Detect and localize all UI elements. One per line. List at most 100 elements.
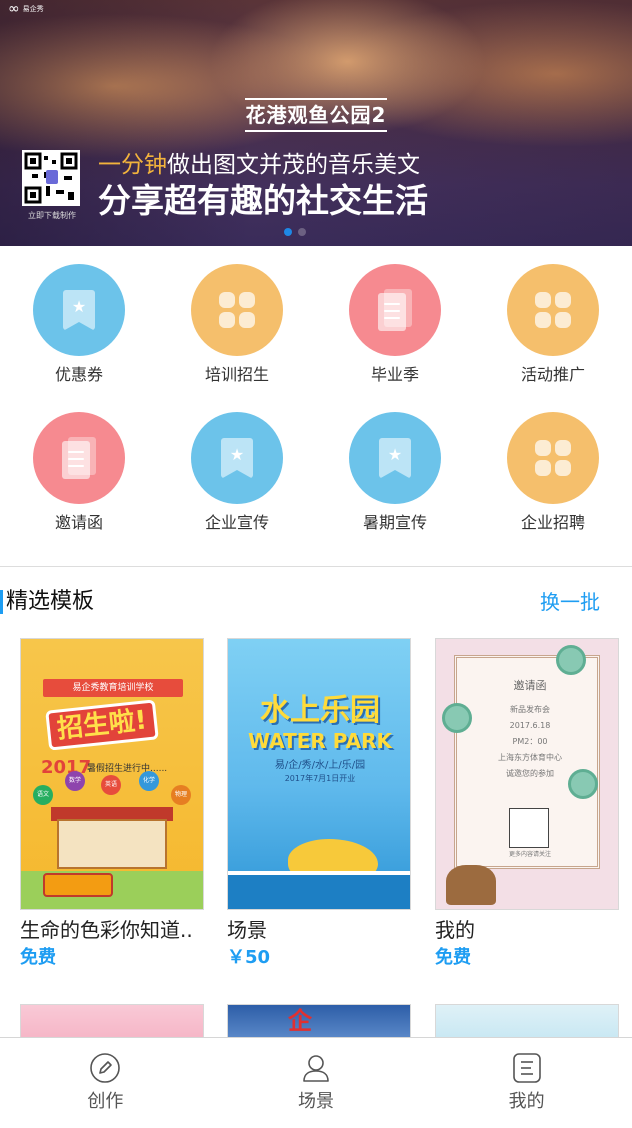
headline-rest: 做出图文并茂的音乐美文 <box>167 152 420 178</box>
water-wave <box>228 871 410 909</box>
thumb-title: 邀请函 <box>513 679 547 692</box>
document-icon <box>62 437 96 479</box>
template-thumbnail-partial[interactable] <box>20 1004 204 1038</box>
school-building <box>57 819 167 869</box>
succulent-icon <box>568 769 598 799</box>
four-squares-icon <box>219 292 255 328</box>
category-label: 培训招生 <box>204 365 269 384</box>
infinity-logo-icon: ∞ <box>8 1 20 17</box>
thumb-bubble: 语文 <box>33 785 53 805</box>
thumb-bubble: 化学 <box>139 771 159 791</box>
category-recruitment[interactable]: 企业招聘 <box>474 394 632 542</box>
category-promotion[interactable]: 活动推广 <box>474 246 632 394</box>
thumb-bubble: 物理 <box>171 785 191 805</box>
bookmark-star-icon: ★ <box>63 290 95 331</box>
template-name: 生命的色彩你知道.. <box>20 918 193 942</box>
template-thumbnail[interactable]: 邀请函 新品发布会 2017.6.18 PM2：00 上海东方体育中心 诚邀您的… <box>435 638 619 910</box>
template-price: 免费 <box>20 947 56 968</box>
category-label: 毕业季 <box>370 365 419 384</box>
banner-headline-main: 分享超有趣的社交生活 <box>98 181 428 220</box>
thumb-logo-cn: 水上乐园 <box>260 693 380 728</box>
category-label: 企业招聘 <box>520 513 585 532</box>
refresh-button[interactable]: 换一批 <box>540 584 600 620</box>
brand-logo: ∞ 易企秀 <box>8 2 54 16</box>
carousel-dot-2[interactable] <box>298 228 306 236</box>
hero-banner[interactable]: ∞ 易企秀 花港观鱼公园2 立即下载制作 一分钟做出图文并茂的音乐美文 分享超有… <box>0 0 632 246</box>
template-card[interactable]: 水上乐园 WATER PARK 易/企/秀/水/上/乐/园 2017年7月1日开… <box>227 638 411 970</box>
deer-icon <box>446 865 496 905</box>
bookmark-star-icon: ★ <box>221 438 253 479</box>
category-icon-circle <box>507 412 599 504</box>
category-training[interactable]: 培训招生 <box>158 246 316 394</box>
pencil-circle-icon <box>89 1052 121 1084</box>
template-thumbnail-partial[interactable]: 企 <box>227 1004 411 1038</box>
category-coupon[interactable]: ★ 优惠券 <box>0 246 158 394</box>
thumb-logo-en: WATER PARK <box>248 729 392 753</box>
section-accent-bar <box>0 590 3 614</box>
template-list: 易企秀教育培训学校 招生啦! 2017 暑假招生进行中...... 语文 数学 … <box>0 638 632 978</box>
list-doc-icon <box>511 1052 543 1084</box>
category-icon-circle <box>507 264 599 356</box>
template-price: 免费 <box>435 947 471 968</box>
succulent-icon <box>556 645 586 675</box>
tab-label: 场景 <box>298 1091 334 1112</box>
tab-create[interactable]: 创作 <box>0 1038 211 1128</box>
headline-accent: 一分钟 <box>98 152 167 178</box>
category-label: 暑期宣传 <box>362 513 427 532</box>
qr-code-icon <box>22 150 80 206</box>
category-corporate[interactable]: ★ 企业宣传 <box>158 394 316 542</box>
template-card[interactable]: 易企秀教育培训学校 招生啦! 2017 暑假招生进行中...... 语文 数学 … <box>20 638 204 970</box>
category-label: 活动推广 <box>520 365 585 384</box>
thumb-qr-note: 更多内容请关注 <box>508 851 551 858</box>
bookmark-star-icon: ★ <box>379 438 411 479</box>
partial-glyph: 企 <box>288 1007 312 1035</box>
brand-text: 易企秀 <box>22 5 44 13</box>
tab-scenes[interactable]: 场景 <box>211 1038 422 1128</box>
template-card[interactable]: 邀请函 新品发布会 2017.6.18 PM2：00 上海东方体育中心 诚邀您的… <box>435 638 619 970</box>
tab-mine[interactable]: 我的 <box>421 1038 632 1128</box>
category-label: 企业宣传 <box>204 513 269 532</box>
tab-label: 创作 <box>87 1091 124 1112</box>
document-icon <box>378 289 412 331</box>
featured-section-header: 精选模板 换一批 <box>0 584 632 620</box>
template-name: 我的 <box>435 918 475 942</box>
thumb-bubble: 英语 <box>101 775 121 795</box>
template-price: ￥50 <box>227 947 271 968</box>
tab-label: 我的 <box>508 1091 545 1112</box>
four-squares-icon <box>535 440 571 476</box>
banner-title: 花港观鱼公园2 <box>245 98 387 132</box>
section-divider <box>0 566 632 567</box>
category-icon-circle <box>349 264 441 356</box>
category-summer[interactable]: ★ 暑期宣传 <box>316 394 474 542</box>
category-label: 优惠券 <box>54 365 103 384</box>
template-thumbnail[interactable]: 易企秀教育培训学校 招生啦! 2017 暑假招生进行中...... 语文 数学 … <box>20 638 204 910</box>
category-icon-circle: ★ <box>191 412 283 504</box>
category-icon-circle <box>191 264 283 356</box>
thumb-bubble: 数学 <box>65 771 85 791</box>
template-thumbnail[interactable]: 水上乐园 WATER PARK 易/企/秀/水/上/乐/园 2017年7月1日开… <box>227 638 411 910</box>
bus-icon <box>43 873 113 897</box>
section-title: 精选模板 <box>6 589 95 614</box>
four-squares-icon <box>535 292 571 328</box>
thumb-subtitle: 易/企/秀/水/上/乐/园 <box>274 760 366 771</box>
thumb-date: 2017年7月1日开业 <box>284 774 356 783</box>
template-name: 场景 <box>227 918 267 942</box>
category-invitation[interactable]: 邀请函 <box>0 394 158 542</box>
bottom-tab-bar: 创作 场景 我的 <box>0 1037 632 1128</box>
carousel-indicator <box>284 228 306 236</box>
category-icon-circle: ★ <box>33 264 125 356</box>
category-icon-circle <box>33 412 125 504</box>
qr-code-icon <box>509 808 549 848</box>
category-grid: ★ 优惠券 培训招生 毕业季 活动推广 邀请函 ★ 企业宣传 ★ 暑期宣传 企业… <box>0 246 632 566</box>
category-graduation[interactable]: 毕业季 <box>316 246 474 394</box>
thumb-ribbon: 易企秀教育培训学校 <box>43 679 183 697</box>
carousel-dot-1[interactable] <box>284 228 292 236</box>
qr-label: 立即下载制作 <box>28 211 76 220</box>
category-icon-circle: ★ <box>349 412 441 504</box>
person-icon <box>300 1052 332 1084</box>
banner-headline: 一分钟做出图文并茂的音乐美文 <box>98 150 420 180</box>
template-thumbnail-partial[interactable] <box>435 1004 619 1038</box>
succulent-icon <box>442 703 472 733</box>
invitation-frame: 邀请函 新品发布会 2017.6.18 PM2：00 上海东方体育中心 诚邀您的… <box>454 655 600 869</box>
category-label: 邀请函 <box>54 513 103 532</box>
